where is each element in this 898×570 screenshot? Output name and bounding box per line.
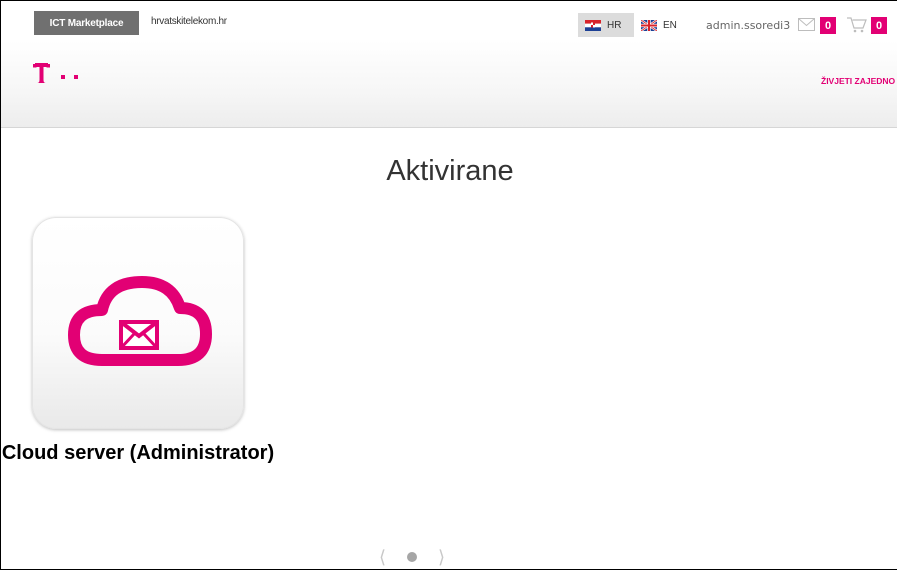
page-frame: ICT Marketplace hrvatskitelekom.hr HR EN… (0, 0, 897, 570)
language-en-label: EN (663, 19, 677, 31)
chevron-left-icon[interactable]: ⟨ (379, 548, 386, 566)
app-tile-label[interactable]: Cloud server (Administrator) (1, 441, 275, 466)
chevron-right-icon[interactable]: ⟩ (438, 548, 445, 566)
username-link[interactable]: admin.ssoredi3 (706, 19, 790, 32)
site-link[interactable]: hrvatskitelekom.hr (151, 16, 227, 27)
language-hr-button[interactable]: HR (578, 13, 634, 37)
telekom-logo-icon[interactable] (33, 62, 95, 84)
cart-count-badge[interactable]: 0 (871, 17, 887, 34)
page-title: Aktivirane (386, 155, 514, 187)
pager: ⟨ ⟩ (379, 548, 445, 566)
page-dot-active[interactable] (407, 552, 417, 562)
slogan[interactable]: ŽIVJETI ZAJEDNO (821, 76, 895, 86)
language-en-button[interactable]: EN (641, 13, 677, 37)
uk-flag-icon (641, 19, 657, 31)
cloud-mail-icon (68, 276, 212, 366)
app-tile-cloud-server[interactable] (32, 217, 244, 429)
header: ŽIVJETI ZAJEDNO (1, 41, 897, 128)
ict-marketplace-tab[interactable]: ICT Marketplace (34, 11, 139, 35)
croatia-flag-icon (585, 19, 601, 31)
cart-icon[interactable] (846, 16, 868, 33)
top-bar: ICT Marketplace hrvatskitelekom.hr HR EN… (1, 1, 897, 41)
messages-count-badge[interactable]: 0 (820, 17, 836, 34)
mail-icon[interactable] (798, 18, 815, 31)
language-hr-label: HR (607, 19, 622, 31)
